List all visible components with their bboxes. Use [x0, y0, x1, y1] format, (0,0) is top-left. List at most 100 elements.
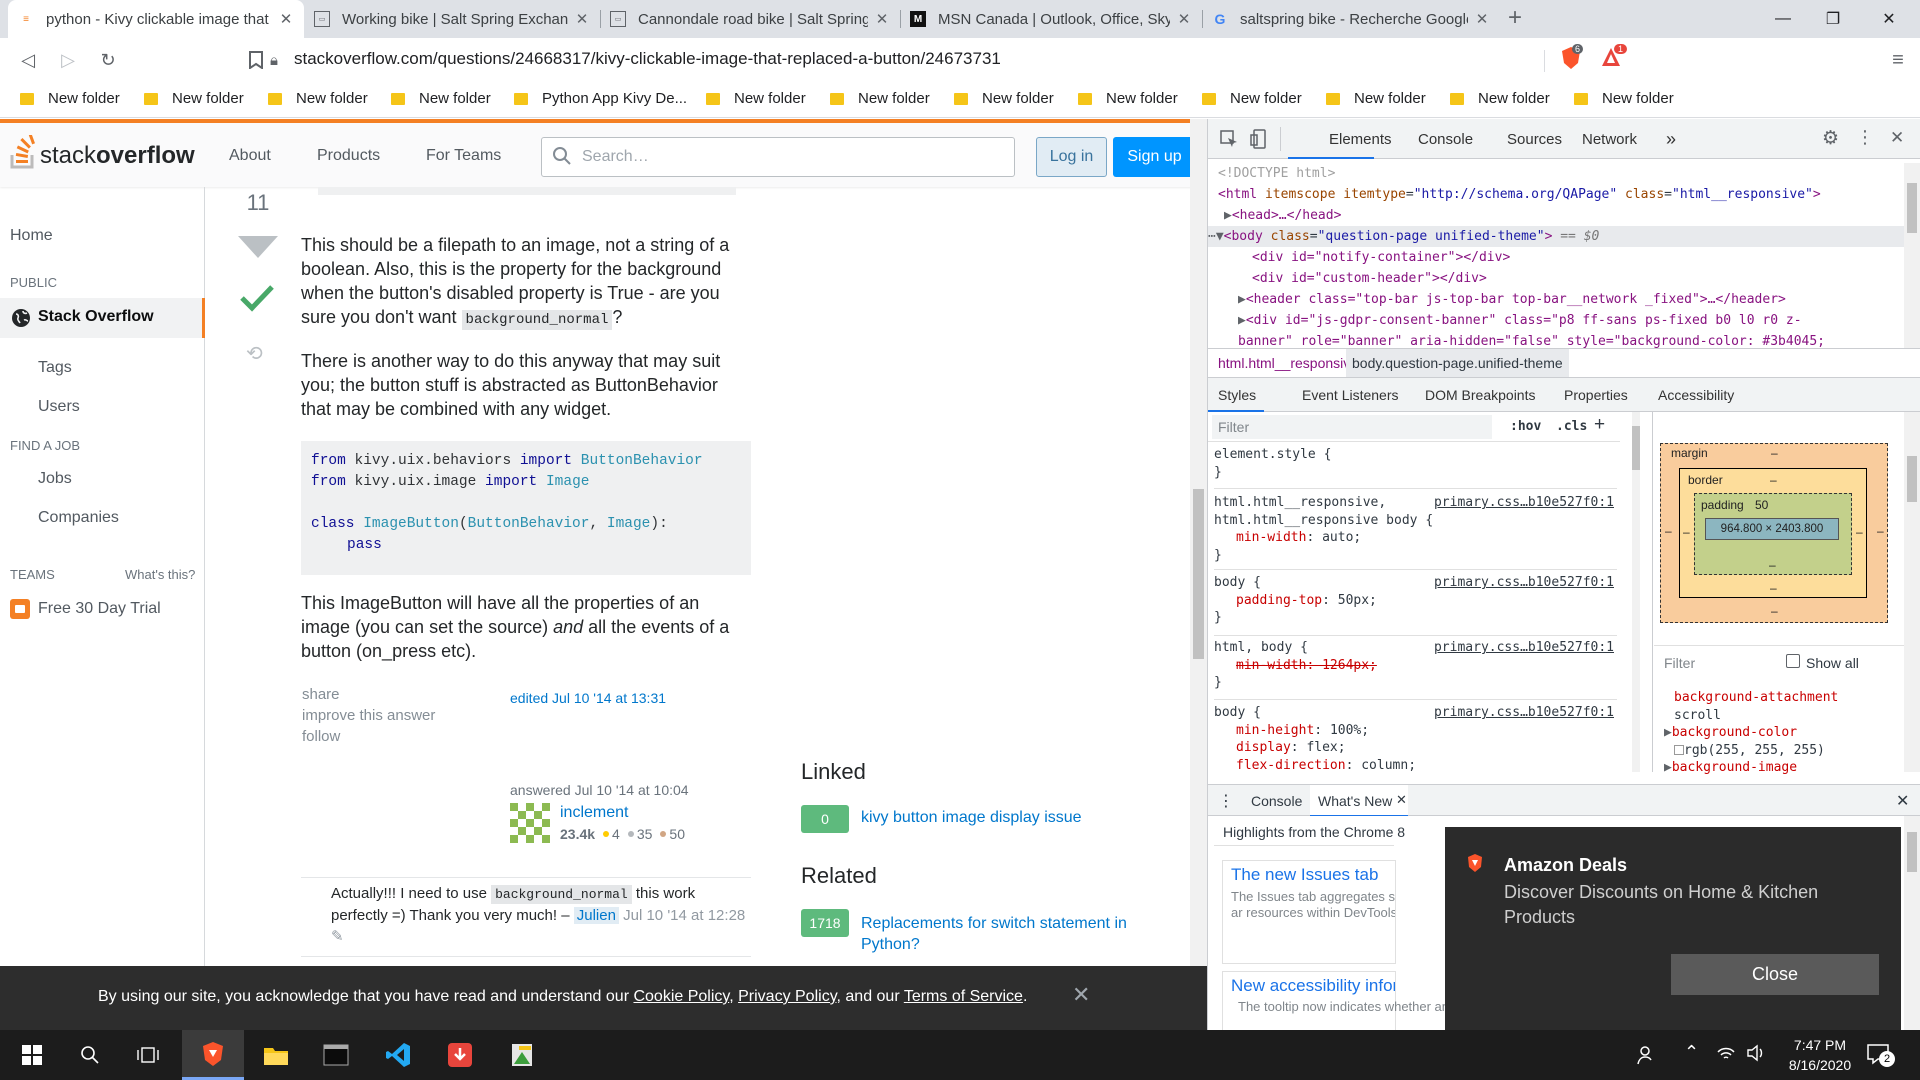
close-tab-icon[interactable]: ✕ — [1396, 792, 1407, 808]
menu-icon[interactable]: ≡ — [1884, 46, 1912, 74]
search-icon[interactable] — [62, 1030, 118, 1080]
close-icon[interactable]: ✕ — [1072, 982, 1090, 1008]
free-trial-link[interactable]: Free 30 Day Trial — [10, 599, 161, 619]
computed-property[interactable]: background-image — [1672, 760, 1797, 775]
clock[interactable]: 7:47 PM 8/16/2020 — [1780, 1035, 1860, 1075]
class-toggle[interactable]: .cls — [1556, 419, 1587, 434]
bookmark-folder[interactable]: New folder — [20, 90, 120, 107]
close-drawer-icon[interactable]: ✕ — [1896, 791, 1909, 811]
bookmark-folder[interactable]: New folder — [1450, 90, 1550, 107]
nav-about[interactable]: About — [229, 147, 271, 165]
tab-dom-breakpoints[interactable]: DOM Breakpoints — [1425, 387, 1535, 403]
breadcrumb-item[interactable]: html.html__responsive — [1218, 355, 1358, 371]
sidebar-item-home[interactable]: Home — [10, 227, 53, 245]
close-window-icon[interactable]: ✕ — [1866, 0, 1912, 38]
bookmark-icon[interactable] — [242, 46, 270, 74]
sidebar-item-stackoverflow[interactable]: Stack Overflow — [0, 298, 205, 338]
tab-accessibility[interactable]: Accessibility — [1658, 387, 1734, 403]
so-logo[interactable]: stackoverflow — [10, 135, 195, 169]
source-link[interactable]: primary.css…b10e527f0:1 — [1434, 574, 1614, 592]
css-rule[interactable]: body {primary.css…b10e527f0:1 min-height… — [1214, 704, 1614, 774]
more-tabs-icon[interactable]: » — [1666, 129, 1676, 150]
bookmark-folder[interactable]: New folder — [268, 90, 368, 107]
close-tab-icon[interactable]: ✕ — [874, 10, 890, 28]
bookmark-folder[interactable]: New folder — [830, 90, 930, 107]
device-toolbar-icon[interactable] — [1250, 129, 1268, 152]
nav-products[interactable]: Products — [317, 147, 380, 165]
bookmark-folder[interactable]: New folder — [1574, 90, 1674, 107]
history-icon[interactable]: ⟲ — [246, 341, 263, 366]
sidebar-item-users[interactable]: Users — [38, 398, 80, 416]
downvote-icon[interactable] — [238, 236, 278, 261]
bookmark-folder[interactable]: New folder — [144, 90, 244, 107]
whats-new-card[interactable]: The new Issues tab The Issues tab aggreg… — [1222, 860, 1396, 964]
styles-filter-input[interactable]: Filter — [1212, 415, 1492, 439]
related-question-link[interactable]: Replacements for switch statement in Pyt… — [861, 913, 1161, 955]
terminal-icon[interactable] — [308, 1030, 364, 1080]
privacy-policy-link[interactable]: Privacy Policy — [738, 988, 836, 1005]
close-tab-icon[interactable]: ✕ — [574, 10, 590, 28]
dom-node[interactable]: <div id="custom-header"></div> — [1208, 268, 1904, 289]
python-idle-icon[interactable] — [494, 1030, 550, 1080]
bookmark-folder[interactable]: New folder — [391, 90, 491, 107]
add-rule-icon[interactable]: + — [1594, 414, 1605, 436]
sidebar-item-tags[interactable]: Tags — [38, 359, 72, 377]
source-link[interactable]: primary.css…b10e527f0:1 — [1434, 494, 1614, 512]
volume-icon[interactable] — [1746, 1044, 1766, 1065]
cookie-policy-link[interactable]: Cookie Policy — [633, 988, 729, 1005]
chevron-up-icon[interactable]: ⌃ — [1684, 1042, 1699, 1063]
avatar[interactable] — [510, 803, 550, 843]
bookmark-folder[interactable]: Python App Kivy De... — [514, 90, 687, 107]
wifi-icon[interactable] — [1716, 1044, 1736, 1067]
settings-gear-icon[interactable]: ⚙ — [1822, 127, 1839, 150]
downloader-icon[interactable] — [432, 1030, 488, 1080]
action-center-icon[interactable]: 2 — [1866, 1042, 1895, 1069]
css-rule[interactable]: body {primary.css…b10e527f0:1 padding-to… — [1214, 574, 1614, 627]
tab-network[interactable]: Network — [1582, 131, 1637, 148]
show-all-checkbox[interactable] — [1786, 654, 1800, 668]
scrollbar-thumb[interactable] — [1193, 489, 1204, 659]
toast-close-button[interactable]: Close — [1671, 954, 1879, 995]
drawer-menu-icon[interactable]: ⋮ — [1218, 791, 1234, 811]
tab-properties[interactable]: Properties — [1564, 387, 1628, 403]
back-icon[interactable]: ◁ — [14, 46, 42, 74]
dom-node-selected[interactable]: ⋯▼<body class="question-page unified-the… — [1208, 226, 1904, 247]
people-icon[interactable] — [1636, 1044, 1658, 1069]
tab-google[interactable]: G saltspring bike - Recherche Google ✕ — [1202, 0, 1500, 38]
new-tab-button[interactable]: + — [1508, 4, 1522, 32]
drawer-scrollbar[interactable] — [1904, 816, 1920, 1030]
tab-cannondale[interactable]: ▭ Cannondale road bike | Salt Spring ✕ — [600, 0, 900, 38]
brave-shields-icon[interactable]: 6 — [1560, 44, 1584, 72]
page-scrollbar[interactable] — [1190, 119, 1207, 1030]
comment-user-link[interactable]: Julien — [573, 907, 619, 924]
inspect-element-icon[interactable] — [1220, 130, 1238, 151]
tab-working-bike[interactable]: ▭ Working bike | Salt Spring Exchang ✕ — [304, 0, 600, 38]
tab-stackoverflow[interactable]: ≡ python - Kivy clickable image that ✕ — [8, 0, 304, 38]
dom-node[interactable]: ▶<div id="js-gdpr-consent-banner" class=… — [1208, 310, 1904, 331]
tab-event-listeners[interactable]: Event Listeners — [1302, 387, 1399, 403]
search-input[interactable]: Search… — [541, 137, 1015, 177]
drawer-tab-console[interactable]: Console — [1251, 793, 1302, 809]
hover-state-toggle[interactable]: :hov — [1510, 419, 1541, 434]
tab-sources[interactable]: Sources — [1507, 131, 1562, 148]
styles-scrollbar[interactable] — [1632, 412, 1640, 772]
bookmark-folder[interactable]: New folder — [1326, 90, 1426, 107]
computed-scrollbar[interactable] — [1904, 412, 1920, 772]
tab-elements-label[interactable]: Elements — [1329, 131, 1392, 148]
terms-link[interactable]: Terms of Service — [904, 988, 1023, 1005]
file-explorer-icon[interactable] — [248, 1030, 304, 1080]
reload-icon[interactable]: ↻ — [94, 46, 122, 74]
css-rule[interactable]: html.html__responsive, primary.css…b10e52… — [1214, 494, 1614, 564]
dom-node[interactable]: <div id="notify-container"></div> — [1208, 247, 1904, 268]
sidebar-item-jobs[interactable]: Jobs — [38, 470, 72, 488]
tab-console[interactable]: Console — [1418, 131, 1473, 148]
windows-start-icon[interactable] — [4, 1030, 60, 1080]
brave-rewards-icon[interactable]: 1 — [1600, 44, 1630, 72]
kebab-menu-icon[interactable]: ⋮ — [1856, 127, 1874, 148]
share-link[interactable]: share — [302, 684, 435, 705]
edited-link[interactable]: edited Jul 10 '14 at 13:31 — [510, 690, 666, 706]
user-link[interactable]: inclement — [560, 804, 628, 822]
task-view-icon[interactable] — [120, 1030, 176, 1080]
improve-link[interactable]: improve this answer — [302, 705, 435, 726]
tab-msn[interactable]: M MSN Canada | Outlook, Office, Sky ✕ — [900, 0, 1202, 38]
